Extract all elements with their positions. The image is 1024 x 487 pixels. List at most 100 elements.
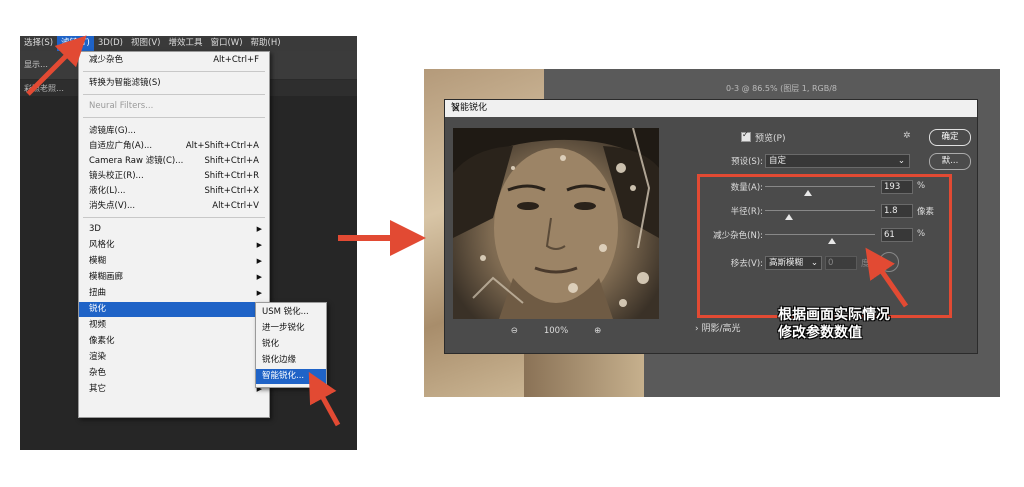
submenu-item-smart-sharpen[interactable]: 智能锐化... bbox=[256, 369, 326, 384]
menu-item-shortcut: Shift+Ctrl+R bbox=[204, 171, 259, 181]
preset-select[interactable]: 自定 ⌄ bbox=[765, 154, 910, 168]
menu-item-label: 消失点(V)... bbox=[89, 201, 136, 211]
menu-item-label: 视频 bbox=[89, 320, 107, 330]
menu-item-label: 其它 bbox=[89, 384, 107, 394]
menu-item-label: 模糊 bbox=[89, 256, 107, 266]
chevron-right-icon: › bbox=[695, 324, 699, 334]
chevron-down-icon: ⌄ bbox=[897, 156, 905, 166]
submenu-arrow-icon: ▶ bbox=[256, 225, 262, 233]
menu-help[interactable]: 帮助(H) bbox=[247, 36, 285, 51]
filter-menu-dropdown: 减少杂色 Alt+Ctrl+F 转换为智能滤镜(S) Neural Filters… bbox=[78, 51, 270, 418]
submenu-item-label: 锐化 bbox=[262, 339, 280, 349]
submenu-item-sharpen-more[interactable]: 进一步锐化 bbox=[256, 321, 326, 336]
menu-3d[interactable]: 3D(D) bbox=[94, 36, 127, 51]
menu-plugins[interactable]: 增效工具 bbox=[164, 36, 206, 51]
menu-filter[interactable]: 滤镜(T) bbox=[57, 36, 94, 51]
menu-item-shortcut: Alt+Shift+Ctrl+A bbox=[185, 141, 259, 151]
menu-window[interactable]: 窗口(W) bbox=[206, 36, 246, 51]
menu-item-label: 自适应广角(A)... bbox=[89, 141, 153, 151]
menu-view[interactable]: 视图(V) bbox=[127, 36, 164, 51]
menu-item-label: 扭曲 bbox=[89, 288, 107, 298]
submenu-arrow-icon: ▶ bbox=[256, 273, 262, 281]
preset-value: 自定 bbox=[769, 156, 787, 166]
menu-divider bbox=[83, 71, 265, 72]
submenu-item-usm-sharpen[interactable]: USM 锐化... bbox=[256, 305, 326, 320]
menu-bar: 选择(S) 滤镜(T) 3D(D) 视图(V) 增效工具 窗口(W) 帮助(H) bbox=[20, 36, 357, 51]
menu-item-shortcut: Alt+Ctrl+F bbox=[213, 55, 259, 65]
menu-item-render[interactable]: 渲染▶ bbox=[79, 350, 269, 365]
menu-divider bbox=[83, 217, 265, 218]
menu-item-3d[interactable]: 3D ▶ bbox=[79, 222, 269, 237]
menu-item-shortcut: Shift+Ctrl+X bbox=[204, 186, 259, 196]
menu-item-label: 液化(L)... bbox=[89, 186, 126, 196]
menu-item-label: Camera Raw 滤镜(C)... bbox=[89, 156, 184, 166]
annotation-text: 根据画面实际情况 修改参数数值 bbox=[778, 306, 958, 342]
show-transform-checkbox[interactable]: 显示… bbox=[24, 59, 48, 70]
menu-item-label: 渲染 bbox=[89, 352, 107, 362]
annotation-line-2: 修改参数数值 bbox=[778, 325, 862, 341]
menu-item-label: 镜头校正(R)... bbox=[89, 171, 144, 181]
menu-divider bbox=[83, 94, 265, 95]
menu-item-noise[interactable]: 杂色▶ bbox=[79, 366, 269, 381]
menu-item-label: 滤镜库(G)... bbox=[89, 126, 136, 136]
default-button[interactable]: 默... bbox=[929, 153, 971, 170]
submenu-item-label: 进一步锐化 bbox=[262, 323, 305, 333]
menu-item-label: 像素化 bbox=[89, 336, 115, 346]
menu-item-shortcut: Shift+Ctrl+A bbox=[204, 156, 259, 166]
menu-item-label: 减少杂色 bbox=[89, 55, 124, 65]
menu-item-distort[interactable]: 扭曲 ▶ bbox=[79, 286, 269, 301]
menu-item-vanishing-point[interactable]: 消失点(V)... Alt+Ctrl+V bbox=[79, 199, 269, 214]
submenu-item-sharpen[interactable]: 锐化 bbox=[256, 337, 326, 352]
submenu-item-sharpen-edges[interactable]: 锐化边缘 bbox=[256, 353, 326, 368]
menu-item-sharpen[interactable]: 锐化▶ bbox=[79, 302, 269, 317]
shadows-highlights-toggle[interactable]: › 阴影/高光 bbox=[695, 321, 741, 334]
document-title: 0-3 @ 86.5% (图层 1, RGB/8 bbox=[726, 84, 837, 93]
submenu-item-label: 智能锐化... bbox=[262, 371, 305, 381]
menu-divider bbox=[83, 117, 265, 118]
close-icon[interactable]: × bbox=[451, 100, 970, 117]
menu-item-blur[interactable]: 模糊 ▶ bbox=[79, 254, 269, 269]
submenu-item-label: USM 锐化... bbox=[262, 307, 309, 317]
preview-checkbox[interactable]: 预览(P) bbox=[741, 130, 831, 144]
menu-item-adaptive-wide-angle[interactable]: 自适应广角(A)... Alt+Shift+Ctrl+A bbox=[79, 139, 269, 154]
menu-item-label: 锐化 bbox=[89, 304, 107, 314]
menu-item-liquify[interactable]: 液化(L)... Shift+Ctrl+X bbox=[79, 184, 269, 199]
menu-item-convert-smart-filter[interactable]: 转换为智能滤镜(S) bbox=[79, 76, 269, 91]
preview-image[interactable] bbox=[453, 128, 659, 319]
menu-item-lens-correction[interactable]: 镜头校正(R)... Shift+Ctrl+R bbox=[79, 169, 269, 184]
portrait-sketch bbox=[453, 128, 659, 319]
menu-item-other[interactable]: 其它 ▶ bbox=[79, 382, 269, 397]
menu-item-pixelate[interactable]: 像素化▶ bbox=[79, 334, 269, 349]
preset-row: 预设(S): 自定 ⌄ bbox=[703, 154, 933, 168]
preset-label: 预设(S): bbox=[731, 157, 763, 167]
menu-item-label: 转换为智能滤镜(S) bbox=[89, 78, 161, 88]
photoshop-window-left: 选择(S) 滤镜(T) 3D(D) 视图(V) 增效工具 窗口(W) 帮助(H)… bbox=[20, 36, 357, 450]
submenu-arrow-icon: ▶ bbox=[256, 241, 262, 249]
submenu-item-label: 锐化边缘 bbox=[262, 355, 297, 365]
zoom-in-icon[interactable]: ⊕ bbox=[594, 326, 601, 336]
menu-select[interactable]: 选择(S) bbox=[20, 36, 57, 51]
menu-item-video[interactable]: 视频▶ bbox=[79, 318, 269, 333]
menu-item-stylize[interactable]: 风格化 ▶ bbox=[79, 238, 269, 253]
annotation-line-1: 根据画面实际情况 bbox=[778, 307, 890, 323]
ok-button[interactable]: 确定 bbox=[929, 129, 971, 146]
preview-label: 预览(P) bbox=[755, 133, 786, 144]
menu-item-camera-raw[interactable]: Camera Raw 滤镜(C)... Shift+Ctrl+A bbox=[79, 154, 269, 169]
menu-item-reduce-noise[interactable]: 减少杂色 Alt+Ctrl+F bbox=[79, 53, 269, 68]
submenu-arrow-icon: ▶ bbox=[256, 289, 262, 297]
zoom-level: 100% bbox=[543, 326, 569, 336]
checkbox-checked-icon bbox=[741, 130, 751, 142]
menu-item-filter-gallery[interactable]: 滤镜库(G)... bbox=[79, 124, 269, 139]
menu-item-label: 风格化 bbox=[89, 240, 115, 250]
menu-item-label: 杂色 bbox=[89, 368, 107, 378]
menu-item-blur-gallery[interactable]: 模糊画廊 ▶ bbox=[79, 270, 269, 285]
sharpen-submenu: USM 锐化... 进一步锐化 锐化 锐化边缘 智能锐化... bbox=[255, 302, 327, 388]
photoshop-window-right: 0-3 @ 86.5% (图层 1, RGB/8 智能锐化 × ⊖ 100% ⊕… bbox=[424, 69, 1000, 397]
dialog-title-bar: 智能锐化 × bbox=[445, 100, 977, 117]
document-tab[interactable]: 彩照老照… bbox=[24, 83, 64, 94]
menu-item-shortcut: Alt+Ctrl+V bbox=[212, 201, 259, 211]
gear-icon[interactable]: ✲ bbox=[903, 131, 911, 141]
menu-item-neural-filters: Neural Filters... bbox=[79, 99, 269, 114]
zoom-out-icon[interactable]: ⊖ bbox=[511, 326, 518, 336]
highlight-box bbox=[697, 174, 952, 318]
